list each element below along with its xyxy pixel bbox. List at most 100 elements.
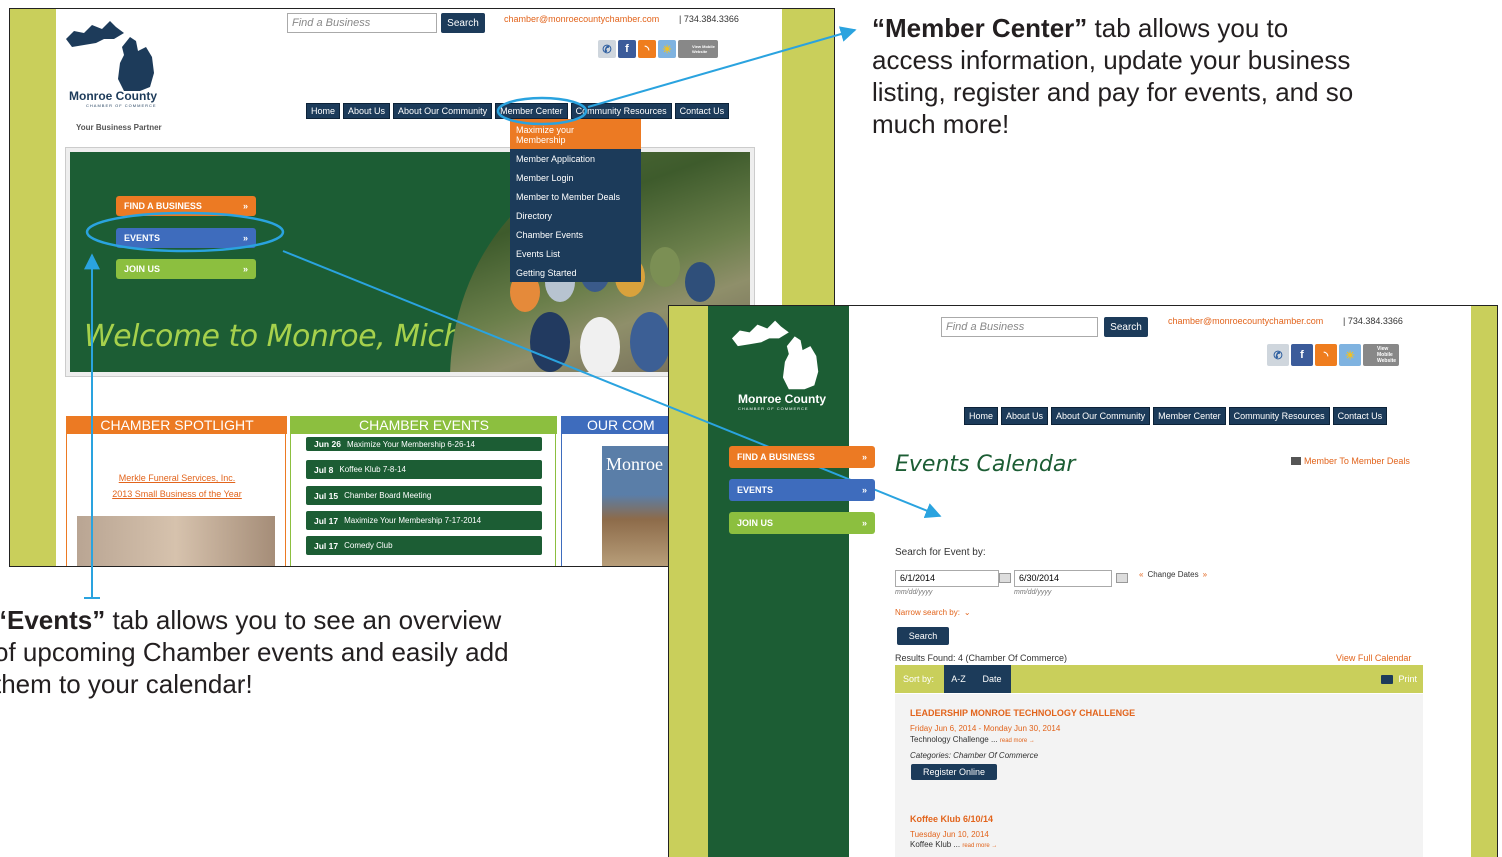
sort-bar: Sort by: A-Z Date Print (895, 665, 1423, 693)
dropdown-item-application[interactable]: Member Application (510, 149, 641, 168)
email-link[interactable]: chamber@monroecountychamber.com (1168, 316, 1323, 326)
search-button[interactable]: Search (441, 13, 485, 33)
nav-community-resources[interactable]: Community Resources (570, 103, 672, 119)
michigan-map-icon (731, 320, 819, 390)
event-row[interactable]: Jun 26 Maximize Your Membership 6-26-14 (306, 437, 542, 451)
event-title-link[interactable]: Koffee Klub 6/10/14 (910, 814, 993, 824)
nav-home[interactable]: Home (306, 103, 341, 119)
start-date-input[interactable]: 6/1/2014 (895, 570, 999, 587)
events-heading: CHAMBER EVENTS (291, 416, 557, 434)
change-dates-link[interactable]: « Change Dates » (1139, 570, 1207, 579)
member-center-callout: “Member Center” tab allows you to access… (872, 13, 1354, 139)
dropdown-item-chamber-events[interactable]: Chamber Events (510, 225, 641, 244)
chevron-down-icon: ⌄ (963, 608, 971, 617)
event-row[interactable]: Jul 8 Koffee Klub 7-8-14 (306, 460, 542, 479)
event-title-link[interactable]: LEADERSHIP MONROE TECHNOLOGY CHALLENGE (910, 708, 1135, 718)
join-us-button[interactable]: JOIN US» (729, 512, 875, 534)
read-more-link[interactable]: read more → (1000, 738, 1035, 744)
page-title: Events Calendar (895, 452, 1076, 477)
nav-member-center[interactable]: Member Center (1153, 407, 1226, 425)
event-row[interactable]: Jul 15 Chamber Board Meeting (306, 486, 542, 505)
events-search-button[interactable]: Search (897, 627, 949, 645)
event-categories: Categories: Chamber Of Commerce (910, 751, 1039, 760)
facebook-icon[interactable]: f (618, 40, 636, 58)
spotlight-column: CHAMBER SPOTLIGHT Merkle Funeral Service… (66, 416, 287, 566)
calendar-icon[interactable] (1116, 573, 1128, 583)
main-nav: Home About Us About Our Community Member… (964, 407, 1388, 425)
main-nav: Home About Us About Our Community Member… (306, 103, 730, 119)
events-list: LEADERSHIP MONROE TECHNOLOGY CHALLENGE F… (895, 694, 1423, 857)
mobile-website-icon[interactable]: View Mobile Website (1363, 344, 1399, 366)
nav-contact-us[interactable]: Contact Us (674, 103, 730, 119)
find-business-input[interactable]: Find a Business (941, 317, 1098, 337)
narrow-search-toggle[interactable]: Narrow search by: ⌄ (895, 608, 971, 617)
event-description: Technology Challenge ... read more → (910, 735, 1035, 744)
logo-subtitle: CHAMBER OF COMMERCE (86, 103, 157, 108)
nav-member-center[interactable]: Member Center (495, 103, 568, 119)
phone-number: | 734.384.3366 (1343, 316, 1403, 326)
find-business-input[interactable]: Find a Business (287, 13, 437, 33)
rss-icon[interactable]: ◝ (1315, 344, 1337, 366)
register-online-button[interactable]: Register Online (911, 764, 997, 780)
join-us-button[interactable]: JOIN US» (116, 259, 256, 279)
tagline: Your Business Partner (76, 123, 162, 132)
logo-name: Monroe County (738, 392, 826, 406)
hero-banner: FIND A BUSINESS» EVENTS» JOIN US» Welcom… (66, 148, 754, 376)
member-deals-link[interactable]: Member To Member Deals (1291, 456, 1410, 466)
nav-community-resources[interactable]: Community Resources (1228, 407, 1330, 425)
dropdown-item-getting-started[interactable]: Getting Started (510, 263, 641, 282)
end-date-input[interactable]: 6/30/2014 (1014, 570, 1112, 587)
phone-number: | 734.384.3366 (679, 14, 739, 24)
search-button[interactable]: Search (1104, 317, 1148, 337)
sidebar: Monroe County CHAMBER OF COMMERCE (708, 306, 849, 857)
end-date-format: mm/dd/yyyy (1014, 589, 1052, 596)
email-link[interactable]: chamber@monroecountychamber.com (504, 14, 659, 24)
sort-date-button[interactable]: Date (973, 665, 1011, 693)
events-page: Find a Business Search chamber@monroecou… (849, 306, 1471, 857)
sort-az-button[interactable]: A-Z (944, 665, 973, 693)
rss-icon[interactable]: ◝ (638, 40, 656, 58)
dropdown-item-maximize[interactable]: Maximize your Membership (510, 119, 641, 149)
nav-about-community[interactable]: About Our Community (1051, 407, 1151, 425)
nav-contact-us[interactable]: Contact Us (1332, 407, 1388, 425)
find-business-button[interactable]: FIND A BUSINESS» (729, 446, 875, 468)
nav-home[interactable]: Home (964, 407, 999, 425)
chevron-right-icon: » (1202, 570, 1208, 579)
nav-about-us[interactable]: About Us (343, 103, 391, 119)
dropdown-item-directory[interactable]: Directory (510, 206, 641, 225)
event-row[interactable]: Jul 17 Comedy Club (306, 536, 542, 555)
print-button[interactable]: Print (1381, 674, 1417, 684)
spotlight-link[interactable]: Merkle Funeral Services, Inc. (67, 473, 287, 483)
find-business-button[interactable]: FIND A BUSINESS» (116, 196, 256, 216)
social-icons: ✆ f ◝ ☀ View Mobile Website (1267, 344, 1399, 366)
spotlight-photo (77, 516, 275, 566)
mobile-app-icon[interactable]: ✆ (598, 40, 616, 58)
social-icons: ✆ f ◝ ☀ View Mobile Website (598, 40, 718, 58)
events-callout: “Events” tab allows you to see an overvi… (0, 605, 509, 699)
mobile-website-icon[interactable]: View Mobile Website (678, 40, 718, 58)
tutorial-graphic: Monroe County CHAMBER OF COMMERCE Your B… (0, 0, 1502, 857)
events-button[interactable]: EVENTS» (116, 228, 256, 248)
dropdown-item-login[interactable]: Member Login (510, 168, 641, 187)
logo-name: Monroe County (69, 89, 157, 103)
events-button[interactable]: EVENTS» (729, 479, 875, 501)
weather-icon[interactable]: ☀ (1339, 344, 1361, 366)
dropdown-item-deals[interactable]: Member to Member Deals (510, 187, 641, 206)
calendar-icon[interactable] (999, 573, 1011, 583)
mobile-app-icon[interactable]: ✆ (1267, 344, 1289, 366)
event-dates: Friday Jun 6, 2014 - Monday Jun 30, 2014 (910, 724, 1061, 733)
dropdown-item-events-list[interactable]: Events List (510, 244, 641, 263)
nav-about-community[interactable]: About Our Community (393, 103, 493, 119)
search-for-label: Search for Event by: (895, 547, 986, 558)
weather-icon[interactable]: ☀ (658, 40, 676, 58)
printer-icon (1381, 674, 1394, 684)
people-icon (1291, 457, 1301, 465)
read-more-link[interactable]: read more → (962, 843, 997, 849)
nav-about-us[interactable]: About Us (1001, 407, 1049, 425)
facebook-icon[interactable]: f (1291, 344, 1313, 366)
spotlight-award[interactable]: 2013 Small Business of the Year (67, 489, 287, 499)
event-row[interactable]: Jul 17 Maximize Your Membership 7-17-2014 (306, 511, 542, 530)
start-date-format: mm/dd/yyyy (895, 589, 933, 596)
events-calendar-screenshot: Monroe County CHAMBER OF COMMERCE FIND A… (668, 305, 1498, 857)
view-full-calendar-link[interactable]: View Full Calendar (1336, 653, 1411, 663)
